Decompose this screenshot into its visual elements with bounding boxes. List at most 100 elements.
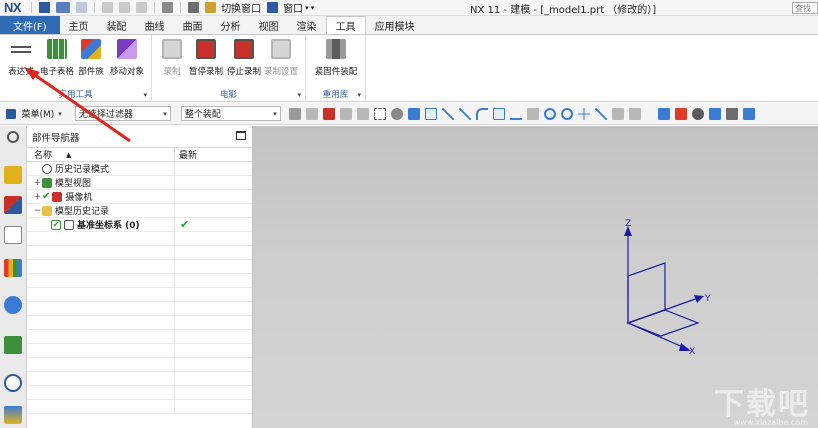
checkbox-icon[interactable]: ✔ [51, 219, 61, 230]
orient-view-icon[interactable] [743, 107, 756, 120]
tab-applications[interactable]: 应用模块 [366, 16, 424, 34]
tab-curve[interactable]: 曲线 [136, 16, 174, 34]
tree-row-cameras[interactable]: + ✔ 摄像机 [27, 190, 252, 204]
plus-icon[interactable] [578, 107, 591, 120]
recording-settings-button[interactable]: 录制设置 [262, 39, 300, 77]
cut-icon[interactable] [102, 2, 114, 13]
tree-row-datum-csys[interactable]: ✔ 基准坐标系 (0) ✔ [27, 218, 252, 232]
expand-icon[interactable]: + [33, 192, 42, 202]
tree-row-history-mode[interactable]: 历史记录模式 [27, 162, 252, 176]
render-style-icon[interactable] [726, 107, 739, 120]
maximize-icon[interactable] [236, 131, 246, 140]
cube-icon[interactable] [408, 107, 421, 120]
collapse-icon[interactable]: − [33, 206, 42, 216]
stop-recording-label: 停止录制 [226, 67, 261, 77]
window-menu-arrow[interactable]: ▾ ▾ [305, 4, 314, 12]
clock-icon[interactable] [4, 374, 22, 392]
tree-row-model-history[interactable]: − 模型历史记录 [27, 204, 252, 218]
group-expand-arrow[interactable]: ▾ [143, 91, 147, 99]
history-icon[interactable] [4, 336, 22, 354]
line-icon[interactable] [442, 107, 455, 120]
snap-icon[interactable] [306, 107, 319, 120]
tab-assemblies[interactable]: 装配 [98, 16, 136, 34]
face-rule-icon[interactable] [357, 107, 370, 120]
group-expand-arrow[interactable]: ▾ [357, 91, 361, 99]
tab-analysis[interactable]: 分析 [212, 16, 250, 34]
web-browser-icon[interactable] [4, 296, 22, 314]
switch-window-icon[interactable] [205, 2, 217, 13]
select-all-icon[interactable] [323, 107, 336, 120]
column-latest[interactable]: 最新 [175, 148, 197, 161]
tab-render[interactable]: 渲染 [288, 16, 326, 34]
filter-icon[interactable] [289, 107, 302, 120]
curve-rule-icon[interactable] [340, 107, 353, 120]
group-expand-arrow[interactable]: ▾ [297, 91, 301, 99]
pause-recording-button[interactable]: 暂停录制 [187, 39, 225, 77]
tab-view[interactable]: 视图 [250, 16, 288, 34]
window-icon[interactable] [267, 2, 279, 13]
copy-icon[interactable] [119, 2, 131, 13]
tab-surface[interactable]: 曲面 [174, 16, 212, 34]
graphics-window[interactable]: Z Y X 下载吧 www.xiazaiba.com [253, 126, 818, 428]
slash-icon[interactable] [595, 107, 608, 120]
rotate-icon[interactable] [692, 107, 705, 120]
reuse-library-icon[interactable] [4, 259, 22, 277]
switch-window-button[interactable]: 切换窗口 [221, 0, 261, 15]
point-snap-icon[interactable] [425, 107, 438, 120]
part-navigator-icon[interactable] [4, 226, 22, 244]
type-filter-select[interactable]: 无选择过滤器 ▾ [74, 106, 171, 121]
tree-row-label: 历史记录模式 [55, 165, 110, 175]
undo-icon[interactable] [56, 2, 71, 13]
part-family-label: 部件族 [78, 67, 104, 77]
redo-icon[interactable] [76, 2, 88, 13]
arc-icon[interactable] [476, 107, 489, 120]
tangent-icon[interactable] [527, 107, 540, 120]
circle-icon[interactable] [561, 107, 574, 120]
spreadsheet-button[interactable]: 电子表格 [38, 39, 76, 77]
save-icon[interactable] [39, 2, 51, 13]
part-family-button[interactable]: 部件族 [72, 39, 110, 77]
repeat-command-icon[interactable] [162, 2, 174, 13]
selection-scope-select[interactable]: 整个装配 ▾ [180, 106, 281, 121]
column-name[interactable]: 名称 ▲ [27, 148, 175, 161]
spline-icon[interactable] [493, 107, 506, 120]
wave-icon[interactable] [510, 108, 523, 120]
stop-recording-button[interactable]: 停止录制 [225, 39, 263, 77]
zoom-icon[interactable] [675, 107, 688, 120]
tab-home[interactable]: 主页 [60, 16, 98, 34]
expression-label: 表达式 [8, 67, 34, 77]
separator [94, 2, 96, 13]
expression-button[interactable]: 表达式 [2, 39, 40, 77]
record-button[interactable]: 录制 [153, 39, 191, 77]
assembly-navigator-icon[interactable] [4, 166, 22, 184]
rectangle-select-icon[interactable] [374, 107, 387, 120]
fastener-assembly-button[interactable]: 紧固件装配 [309, 39, 363, 77]
eye-icon[interactable] [391, 107, 404, 120]
roles-icon[interactable] [4, 406, 22, 424]
settings-icon[interactable] [7, 131, 19, 143]
line-icon[interactable] [459, 107, 472, 120]
model-views-icon [42, 177, 52, 188]
x-axis-label: X [689, 347, 695, 357]
constraint-navigator-icon[interactable] [4, 196, 22, 214]
paste-icon[interactable] [136, 2, 148, 13]
file-menu[interactable]: 文件(F) [0, 16, 60, 34]
tree-row-label: 模型视图 [55, 179, 92, 189]
book-icon[interactable] [629, 107, 642, 120]
center-point-icon[interactable] [544, 107, 557, 120]
view-icon[interactable] [612, 107, 625, 120]
tab-tools[interactable]: 工具 [325, 16, 366, 34]
touch-mode-icon[interactable] [188, 2, 200, 13]
chevron-down-icon: ▾ [58, 109, 62, 118]
layout-icon[interactable] [709, 107, 722, 120]
window-menu-button[interactable]: 窗口 [283, 0, 303, 15]
menu-button[interactable]: 菜单(M) ▾ [19, 106, 65, 121]
tree-row-model-views[interactable]: + 模型视图 [27, 176, 252, 190]
check-icon[interactable]: ✔ [42, 191, 50, 202]
expression-icon [11, 39, 31, 59]
move-object-button[interactable]: 移动对象 [108, 39, 146, 77]
fit-icon[interactable] [658, 107, 671, 120]
command-search-input[interactable]: 查找 [792, 2, 818, 14]
history-mode-icon [42, 163, 52, 174]
expand-icon[interactable]: + [33, 178, 42, 188]
